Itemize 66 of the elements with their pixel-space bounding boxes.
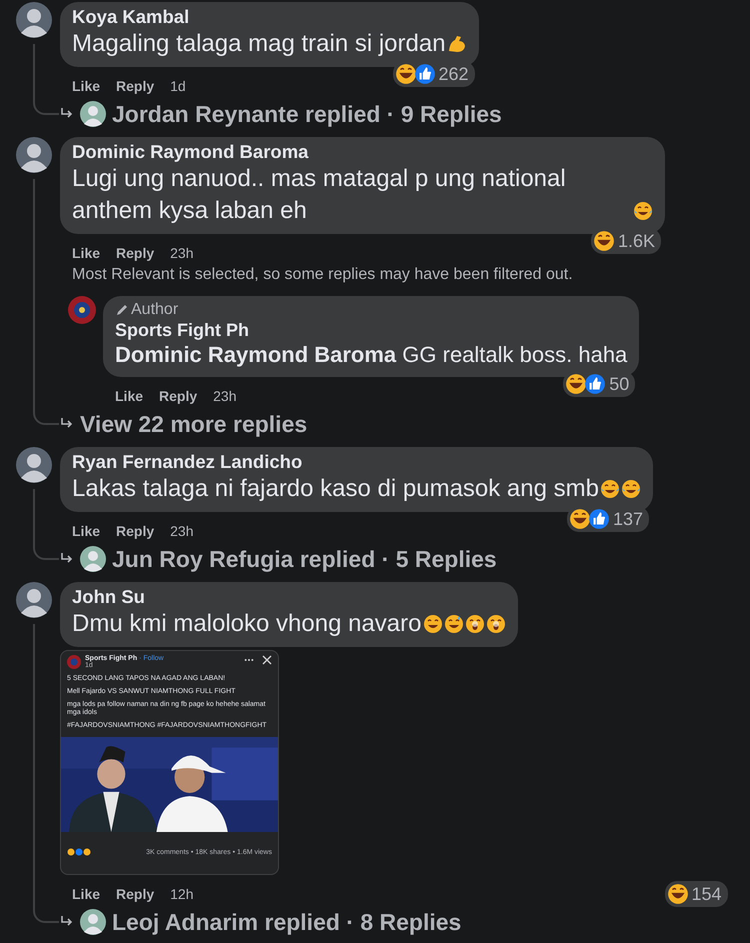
comment-text: Lakas talaga ni fajardo kaso di pumasok ang smb (72, 474, 599, 504)
avatar-icon (80, 546, 106, 572)
close-icon (262, 655, 272, 665)
avatar-icon (80, 909, 106, 935)
action-link[interactable]: Like (72, 245, 100, 261)
comment-time[interactable]: 1d (170, 78, 186, 94)
comment-text: Lugi ung nanuod.. mas matagal p ung national anthem kysa laban eh (72, 164, 567, 226)
action-link[interactable]: Like (72, 886, 100, 902)
shared-post-screenshot[interactable] (60, 650, 279, 875)
avatar-icon[interactable] (16, 2, 52, 38)
sweat-smile-icon (444, 614, 464, 634)
action-link[interactable]: Like (72, 78, 100, 94)
comment-time[interactable]: 23h (170, 523, 194, 539)
author-name[interactable]: Ryan Fernandez Landicho (72, 451, 302, 473)
laughing-face-icon (620, 479, 641, 499)
reaction-count[interactable]: 137 (566, 506, 649, 532)
author-name[interactable]: Koya Kambal (72, 6, 190, 28)
author-name[interactable]: Dominic Raymond Baroma (72, 141, 308, 163)
view-replies-link[interactable]: View 22 more replies (80, 410, 308, 438)
author-name[interactable]: John Su (72, 586, 145, 608)
grinning-face-icon (422, 614, 442, 634)
action-link[interactable]: Reply (116, 523, 154, 539)
avatar-icon[interactable] (16, 582, 52, 618)
action-link[interactable]: Reply (159, 388, 198, 404)
author-label: Author (131, 301, 178, 319)
page-logo-icon (67, 655, 81, 669)
avatar-icon[interactable] (16, 447, 52, 483)
thread-line (33, 489, 59, 560)
haha-reaction-icon (565, 373, 588, 395)
haha-reaction-icon (394, 63, 416, 85)
laughing-face-icon (600, 479, 620, 499)
view-replies-link[interactable]: Jordan Reynante replied · 9 Replies (112, 100, 502, 128)
thread-line (33, 44, 59, 115)
reaction-count[interactable]: 50 (563, 371, 636, 397)
comment-text: Dominic Raymond Baroma GG realtalk boss. haha (115, 341, 628, 369)
action-link[interactable]: Reply (116, 245, 154, 261)
action-link[interactable]: Reply (116, 78, 154, 94)
comment-time[interactable]: 23h (170, 245, 194, 261)
filter-notice: Most Relevant is selected, so some replies may have been filtered out. (72, 266, 573, 284)
haha-reaction-icon (592, 230, 615, 252)
laughing-face-icon (633, 201, 653, 221)
reaction-icons (67, 848, 91, 856)
action-link[interactable]: Like (115, 388, 144, 404)
view-replies-link[interactable]: Leoj Adnarim replied · 8 Replies (112, 908, 462, 936)
like-reaction-icon (414, 63, 436, 85)
reaction-count[interactable]: 154 (664, 881, 728, 907)
page-logo-icon[interactable] (68, 296, 96, 324)
comment-text: Magaling talaga mag train si jordan (72, 29, 446, 59)
action-link[interactable]: Reply (116, 886, 154, 902)
avatar-icon[interactable] (16, 137, 52, 173)
pencil-icon (115, 303, 129, 317)
like-reaction-icon (588, 508, 610, 530)
reaction-count[interactable]: 1.6K (590, 228, 661, 254)
view-replies-link[interactable]: Jun Roy Refugia replied · 5 Replies (112, 546, 497, 572)
shocked-face-icon (464, 614, 484, 634)
shocked-face-icon (486, 614, 506, 634)
comment-text: Dmu kmi maloloko vhong navaro (72, 609, 422, 639)
author-name[interactable]: Sports Fight Ph (115, 319, 249, 341)
comment-time[interactable]: 23h (213, 388, 236, 404)
action-link[interactable]: Like (72, 523, 100, 539)
haha-reaction-icon (568, 508, 591, 530)
reaction-count[interactable]: 262 (392, 61, 475, 87)
haha-reaction-icon (666, 883, 688, 905)
comment-time[interactable]: 12h (170, 886, 194, 902)
like-reaction-icon (584, 373, 606, 395)
avatar-icon (80, 101, 106, 127)
